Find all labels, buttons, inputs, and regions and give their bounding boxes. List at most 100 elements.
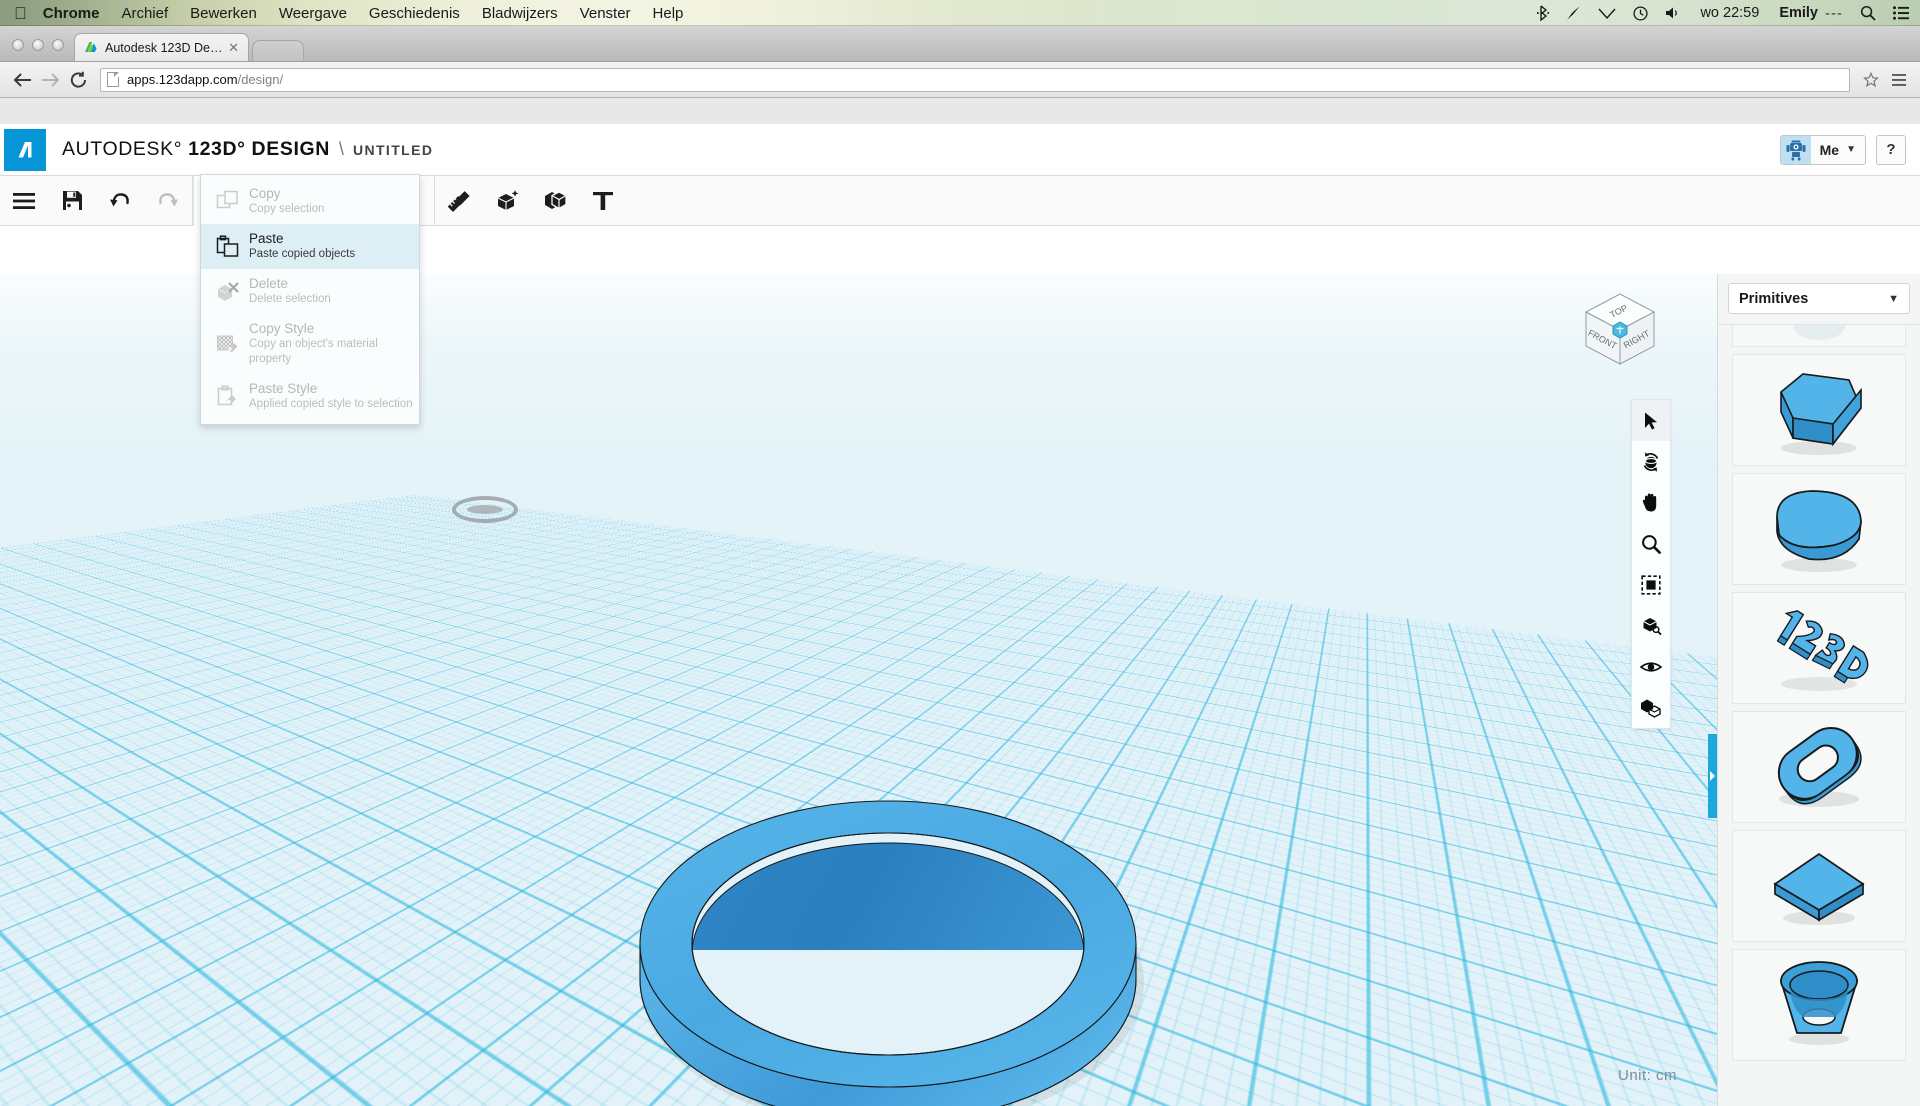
primitive-torus-oval[interactable]: [1732, 711, 1906, 823]
notification-center-icon[interactable]: [1893, 6, 1910, 20]
bookmark-star-icon[interactable]: [1858, 67, 1884, 93]
chrome-toolbar-right: [1858, 67, 1912, 93]
menu-item-venster[interactable]: Venster: [580, 5, 631, 22]
undo-button[interactable]: [96, 176, 144, 226]
autodesk-logo-icon[interactable]: [4, 128, 46, 171]
panel-collapse-icon[interactable]: [1708, 734, 1717, 818]
menu-item-copy-style[interactable]: Copy Style Copy an object's material pro…: [201, 314, 419, 374]
url-host: apps.123dapp.com: [127, 72, 238, 87]
sketch-button[interactable]: [435, 176, 483, 226]
eject-pen-icon[interactable]: [1566, 5, 1581, 21]
autodesk-favicon: [83, 40, 99, 56]
select-tool[interactable]: [1632, 400, 1670, 441]
account-menu-button[interactable]: Me ▼: [1779, 134, 1866, 165]
wifi-icon[interactable]: [1598, 6, 1616, 20]
menubar-clock[interactable]: wo 22:59: [1700, 5, 1759, 21]
menu-item-copy-style-title: Copy Style: [249, 321, 315, 336]
back-arrow-icon[interactable]: [8, 67, 36, 93]
text-button[interactable]: [579, 176, 627, 226]
window-controls: [0, 39, 74, 61]
save-button[interactable]: [48, 176, 96, 226]
sphere-primitive-icon: [1793, 325, 1845, 340]
chevron-down-icon: ▼: [1846, 144, 1856, 155]
browser-tab-title: Autodesk 123D Design: [105, 40, 226, 55]
fit-tool[interactable]: [1632, 564, 1670, 605]
menu-item-paste-style-texts: Paste Style Applied copied style to sele…: [249, 381, 413, 412]
macos-menubar:  Chrome Archief Bewerken Weergave Gesch…: [0, 0, 1920, 26]
toolbar-group-file: [0, 176, 192, 225]
text-123d-icon: [1776, 610, 1869, 691]
menu-item-paste-style-title: Paste Style: [249, 381, 318, 396]
menubar-dashes: ---: [1825, 4, 1843, 22]
orbit-tool[interactable]: [1632, 441, 1670, 482]
copy-style-icon: [213, 329, 243, 359]
construct-button[interactable]: [483, 176, 531, 226]
primitive-egg[interactable]: [1732, 473, 1906, 585]
primitive-123d-text[interactable]: [1732, 592, 1906, 704]
menu-item-paste-style[interactable]: Paste Style Applied copied style to sele…: [201, 374, 419, 419]
browser-tab[interactable]: Autodesk 123D Design ✕: [74, 33, 249, 61]
primitive-box-hex[interactable]: [1732, 354, 1906, 466]
snap-tool[interactable]: [1632, 687, 1670, 728]
reload-icon[interactable]: [64, 67, 92, 93]
combine-button[interactable]: [531, 176, 579, 226]
primitives-list[interactable]: [1718, 324, 1920, 1106]
pan-tool[interactable]: [1632, 482, 1670, 523]
paste-style-icon: [213, 382, 243, 412]
brand-separator: \: [338, 139, 344, 159]
menu-item-archief[interactable]: Archief: [121, 5, 168, 22]
brand-autodesk: AUTODESK°: [62, 138, 183, 160]
menu-item-paste-title: Paste: [249, 231, 284, 246]
zoom-object-tool[interactable]: [1632, 605, 1670, 646]
address-bar[interactable]: apps.123dapp.com /design/: [100, 67, 1850, 92]
visibility-tool[interactable]: [1632, 646, 1670, 687]
bluetooth-icon[interactable]: [1537, 5, 1550, 21]
menubar-user[interactable]: Emily: [1779, 5, 1818, 21]
zoom-window-button[interactable]: [52, 39, 64, 51]
toolbar-group-create: [435, 176, 627, 225]
menu-button[interactable]: [0, 176, 48, 226]
forward-arrow-icon[interactable]: [36, 67, 64, 93]
brand-product: 123D° DESIGN: [188, 138, 330, 160]
menu-item-delete-subtitle: Delete selection: [249, 293, 331, 305]
new-tab-icon[interactable]: [252, 40, 304, 61]
menu-item-delete[interactable]: Delete Delete selection: [201, 269, 419, 314]
menu-item-help[interactable]: Help: [653, 5, 684, 22]
apple-logo-icon[interactable]: : [14, 5, 27, 22]
menu-item-delete-title: Delete: [249, 276, 289, 291]
category-dropdown[interactable]: Primitives ▼: [1728, 283, 1910, 314]
menu-item-geschiedenis[interactable]: Geschiedenis: [369, 5, 460, 22]
primitive-plate[interactable]: [1732, 830, 1906, 942]
volume-icon[interactable]: [1665, 6, 1680, 20]
menu-item-paste[interactable]: Paste Paste copied objects: [201, 224, 419, 269]
menu-item-bewerken[interactable]: Bewerken: [190, 5, 257, 22]
app-brand: AUTODESK° 123D° DESIGN \ UNTITLED: [62, 138, 433, 161]
menu-item-weergave[interactable]: Weergave: [279, 5, 347, 22]
view-cube[interactable]: TOP FRONT RIGHT: [1578, 288, 1662, 372]
menu-item-delete-texts: Delete Delete selection: [249, 276, 331, 307]
unit-label: Unit: cm: [1617, 1067, 1677, 1084]
ring-torus-model[interactable]: [580, 744, 1200, 1106]
menu-item-copy-title: Copy: [249, 186, 281, 201]
minimize-window-button[interactable]: [32, 39, 44, 51]
primitive-partial-top[interactable]: [1732, 325, 1906, 347]
time-machine-icon[interactable]: [1633, 5, 1649, 21]
menu-item-chrome[interactable]: Chrome: [43, 5, 100, 22]
menu-item-paste-subtitle: Paste copied objects: [249, 248, 356, 260]
help-button[interactable]: ?: [1876, 134, 1906, 165]
zoom-tool[interactable]: [1632, 523, 1670, 564]
menu-item-bladwijzers[interactable]: Bladwijzers: [482, 5, 558, 22]
chrome-toolbar: apps.123dapp.com /design/: [0, 62, 1920, 98]
url-path: /design/: [237, 72, 284, 87]
menu-item-copy[interactable]: Copy Copy selection: [201, 179, 419, 224]
page-title: UNTITLED: [352, 142, 434, 158]
chrome-menu-icon[interactable]: [1886, 67, 1912, 93]
redo-button[interactable]: [144, 176, 192, 226]
close-icon[interactable]: ✕: [225, 40, 242, 56]
chrome-browser-window: Autodesk 123D Design ✕ apps.123dapp.com …: [0, 26, 1920, 1106]
cursor-ghost-marker: [452, 496, 518, 523]
close-window-button[interactable]: [12, 39, 24, 51]
app-header: AUTODESK° 123D° DESIGN \ UNTITLED Me ▼ ?: [0, 124, 1920, 176]
spotlight-search-icon[interactable]: [1860, 5, 1876, 21]
primitive-cone-tube[interactable]: [1732, 949, 1906, 1061]
